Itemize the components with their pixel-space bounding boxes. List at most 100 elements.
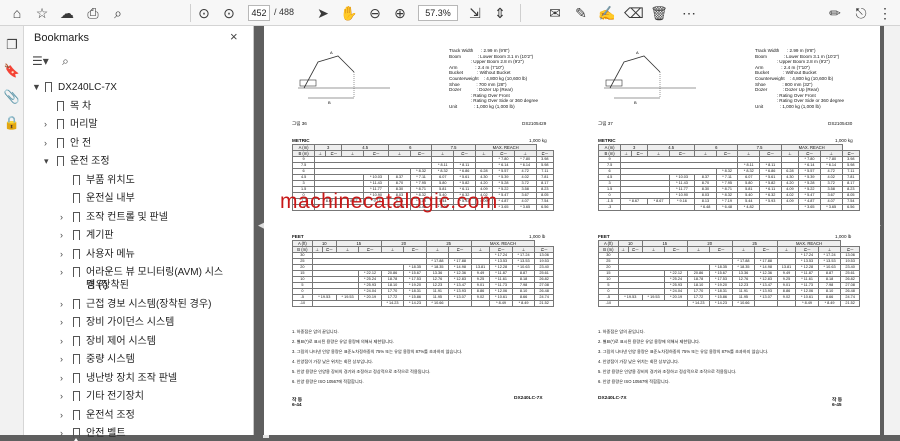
expand-arrow-icon[interactable]: › [60,372,70,385]
page-layout-icon[interactable]: ⇲ [466,4,484,22]
bookmark-label: 장비 가이던스 시스템 [86,317,175,328]
table-cell: * 4.82 [737,204,761,211]
excavator-diagram: AB [298,50,390,105]
expand-arrow-icon[interactable]: › [60,335,70,348]
figure-code: DS2105429 [522,121,547,126]
spec-block: Track Width : 2.99 m (9'8") Boom : Lower… [449,48,539,109]
table-cell: * 10.66 [425,300,450,307]
expand-arrow-icon[interactable]: › [60,229,70,242]
prev-page-icon[interactable]: ⊙ [195,4,213,22]
bookmarks-panel: Bookmarks × ☰▾ ⌕ ▼ DX240LC-7X 목 차 › 머리말 › 안 전 ▾… [24,26,269,441]
note-line: 3. 그림의 나타낸 인양 용량은 표준노차정하중의 75% 또는 유압 용량의… [598,349,769,354]
upload-cloud-icon[interactable]: ☁ [58,4,76,22]
attachment-icon[interactable]: 📎 [3,88,21,106]
bookmark-flag-icon [73,174,80,188]
feet-table: A (ft) 10 15 20 25 MAX. REACH B (m) ⊥ ⊏─ ⊥ ⊏─ ⊥ ⊏─ ⊥ ⊏… [292,240,554,307]
bookmark-label: 운전실 내부 [86,193,135,204]
bookmark-flag-icon [73,298,80,312]
zoom-level-select[interactable]: 57.3% [418,5,458,21]
expand-arrow-icon[interactable]: ▼ [32,81,42,94]
expand-arrow-icon[interactable]: › [44,118,54,131]
feet-unit: 1,000 lb [529,234,546,239]
metric-unit: 1,000 kg [529,138,547,143]
print-icon[interactable]: ⎙ [84,4,102,22]
table-cell: -10 [598,300,619,307]
expand-arrow-icon[interactable]: › [60,298,70,311]
table-row: -3 * 6.48 * 6.48 * 4.82 * 3.65 * 3.65 6.56 [597,204,861,211]
bookmark-flag-icon [73,211,80,225]
note-line: 5. 인양 용량은 인양용 장비의 경기와 조정하고 정상적으로 조작으로 적용… [292,369,431,374]
expand-arrow-icon[interactable]: › [60,211,70,224]
scroll-mode-icon[interactable]: ⇕ [491,4,509,22]
menu-icon[interactable]: ⋮ [876,4,894,22]
bookmark-label: 운전 조정 [70,156,110,167]
expand-arrow-icon[interactable]: › [60,266,70,279]
search-zoom-icon[interactable]: ⌕ [109,4,127,22]
metric-label: METRIC [292,138,310,143]
metric-unit: 1,000 kg [835,138,853,143]
pages-thumbnail-icon[interactable]: ❐ [3,36,21,54]
bookmark-options-icon[interactable]: ☰▾ ⌕ [32,54,69,72]
table-cell: * 6.48 [694,204,717,211]
bookmark-flag-icon [73,248,80,262]
share-icon[interactable]: ⎋ [852,4,870,22]
bookmark-icon[interactable]: 🔖 [3,62,21,80]
table-cell [776,300,797,307]
zoom-out-icon[interactable]: ⊖ [366,4,384,22]
expand-arrow-icon[interactable]: › [60,316,70,329]
table-cell: * 3.65 [819,204,843,211]
bookmark-flag-icon [57,119,64,132]
edit-pencil-icon[interactable]: ✏ [826,4,844,22]
home-icon[interactable]: ⌂ [8,4,26,22]
note-line: 4. 인양점이 가장 낮은 위치는 회전 상부입니다. [292,359,373,364]
table-cell: * 14.23 [686,300,711,307]
highlight-pen-icon[interactable]: ✎ [572,4,590,22]
next-page-icon[interactable]: ⊙ [220,4,238,22]
bookmark-flag-icon [73,428,80,441]
bookmark-label: 중량 시스템 [86,354,135,365]
page-right: AB Track Width : 2.99 m (9'8") Boom : Lo… [570,26,880,435]
expand-arrow-icon[interactable]: › [60,390,70,403]
select-cursor-icon[interactable]: ➤ [314,4,332,22]
comment-icon[interactable]: ✉ [546,4,564,22]
expand-arrow-icon[interactable]: › [44,137,54,150]
bookmark-label: 안 전 [70,137,92,149]
right-scrollbar[interactable] [884,26,900,435]
note-line: 2. 별표(*)로 표시된 용량은 유압 용량에 의해서 제한됩니다. [292,339,394,344]
svg-text:A: A [636,50,639,55]
expand-arrow-icon[interactable]: › [60,248,70,261]
hand-tool-icon[interactable]: ✋ [340,4,358,22]
bookmark-flag-icon [73,230,80,243]
bookmark-flag-icon [73,317,80,330]
more-tools-icon[interactable]: ⋯ [680,4,698,22]
table-cell: * 10.66 [731,300,756,307]
expand-arrow-icon[interactable]: ▾ [44,155,54,168]
bookmark-label-continued: 경우) [86,280,108,291]
close-icon[interactable]: × [230,29,238,44]
expand-arrow-icon[interactable]: › [60,427,70,440]
table-row: -10 * 14.23 * 14.23 * 10.66 * 8.49 * 8.49 21.5… [292,300,554,307]
table-cell: * 8.49 [817,300,842,307]
spec-block: Track Width : 2.99 m (9'8") Boom : Lower… [755,48,845,109]
bookmark-flag-icon [73,354,80,367]
bookmark-label: 냉난방 장치 조작 판넬 [86,372,178,384]
page-total: / 488 [274,7,295,17]
figure-caption: 그림 37 [598,121,613,126]
figure-code: DS2105430 [828,121,853,126]
star-icon[interactable]: ☆ [33,4,51,22]
note-line: 6. 인양 용량은 ISO 10567에 적합합니다. [598,379,670,384]
bookmark-flag-icon [73,267,80,280]
draw-icon[interactable]: ✍ [598,4,616,22]
delete-icon[interactable]: 🗑 [650,4,668,22]
lock-icon[interactable]: 🔒 [3,114,21,132]
page-number-input[interactable]: 452 [248,5,270,21]
zoom-in-icon[interactable]: ⊕ [391,4,409,22]
erase-icon[interactable]: ⌫ [624,4,644,22]
footer-left: 작 동 6-44 [292,398,303,408]
bookmark-label: 목 차 [70,100,92,112]
expand-arrow-icon[interactable]: › [60,409,70,422]
bookmark-label: 머리말 [70,119,98,130]
bookmark-flag-icon [73,193,80,206]
table-cell: 6.56 [535,204,555,211]
expand-arrow-icon[interactable]: › [60,353,70,366]
